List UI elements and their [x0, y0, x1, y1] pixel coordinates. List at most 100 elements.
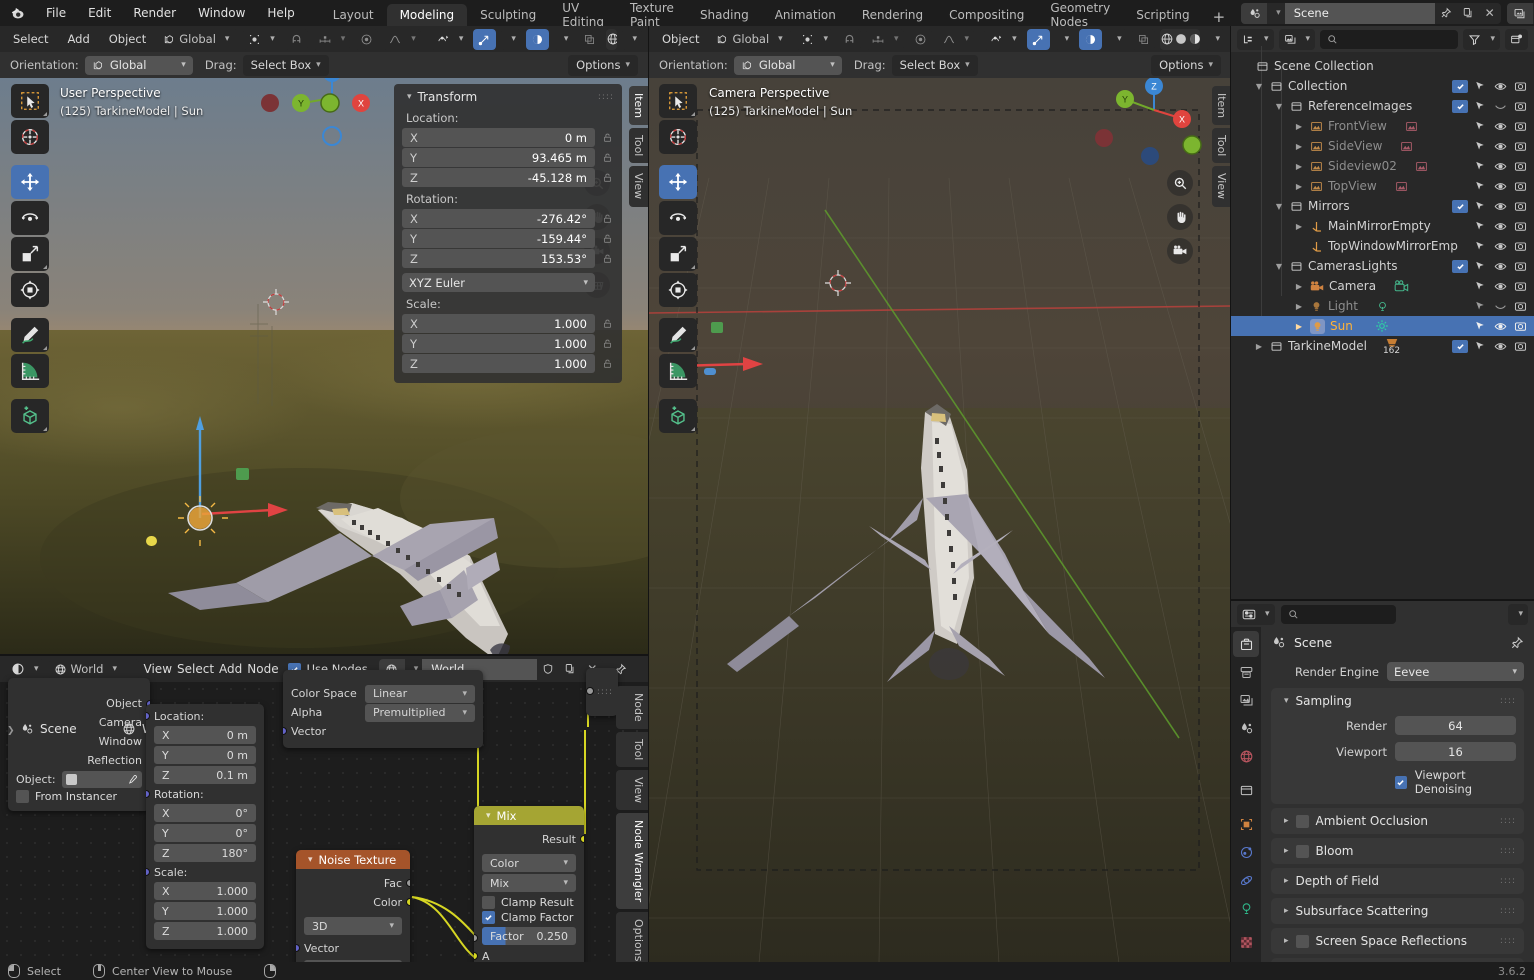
mix-node[interactable]: ▾ Mix Result Color ▾ Mix ▾ Clamp Result … — [474, 806, 584, 963]
expand-triangle-icon[interactable]: ▶ — [1293, 322, 1305, 331]
node-menu-node[interactable]: Node — [247, 662, 278, 676]
select-arrow-icon[interactable] — [1472, 260, 1488, 272]
pin-icon[interactable] — [1510, 636, 1524, 650]
mix-blend-mode-select[interactable]: Mix ▾ — [482, 874, 576, 892]
mapping-location-y[interactable]: Y 0 m — [154, 746, 256, 764]
tool-tab[interactable] — [1233, 631, 1259, 657]
output-tab[interactable] — [1233, 687, 1259, 713]
tc-object-field[interactable] — [61, 771, 142, 788]
proportional-edit-toggle-right[interactable] — [908, 28, 932, 50]
select-arrow-icon[interactable] — [1472, 280, 1488, 292]
drag-dots-icon[interactable]: :::: — [1500, 877, 1516, 886]
socket-partial[interactable] — [586, 687, 594, 695]
node-menu-select[interactable]: Select — [177, 662, 214, 676]
scene-tab[interactable] — [1233, 743, 1259, 769]
transform-tool-right[interactable] — [659, 273, 697, 307]
select-arrow-icon[interactable] — [1472, 240, 1488, 252]
gizmo-dropdown-right[interactable]: ▾ — [1054, 28, 1075, 50]
move-tool-right[interactable] — [659, 165, 697, 199]
menu-edit[interactable]: Edit — [77, 0, 122, 26]
xray-toggle-right[interactable] — [1131, 28, 1155, 50]
shading-mode-segment[interactable] — [606, 28, 618, 50]
orientation-select-r[interactable]: Global ▾ — [733, 55, 842, 75]
object-data-tab[interactable] — [1233, 895, 1259, 921]
add-cube-tool[interactable] — [11, 399, 49, 433]
sidebar-tab-item[interactable]: Item — [629, 86, 648, 126]
outliner-row-scene-collection[interactable]: Scene Collection — [1231, 56, 1534, 76]
node-canvas[interactable]: Object Camera Window Reflection Object: … — [0, 668, 648, 963]
outliner-row-sideview[interactable]: ▶ SideView — [1231, 136, 1534, 156]
sidebar-tab-view[interactable]: View — [629, 166, 648, 207]
zoom-icon-right[interactable] — [1167, 170, 1193, 196]
checkbox-enable[interactable] — [1452, 259, 1468, 273]
outliner-row-sun[interactable]: ▶ Sun — [1231, 316, 1534, 336]
select-arrow-icon[interactable] — [1472, 340, 1488, 352]
mapping-node[interactable]: Location: X 0 m Y 0 m Z 0.1 m Rotation: … — [146, 704, 264, 949]
lock-icon[interactable] — [600, 233, 614, 244]
node-menu-view[interactable]: View — [144, 662, 172, 676]
tc-from-instancer-row[interactable]: From Instancer — [8, 789, 150, 804]
eye-open-icon[interactable] — [1492, 340, 1508, 353]
viewport-left[interactable]: Z Y X User Perspective (125) TarkineMode… — [0, 78, 648, 656]
viewport-right[interactable]: Z Y X Camera Perspective (125) TarkineMo… — [649, 78, 1231, 963]
outliner-row-sideview02[interactable]: ▶ Sideview02 — [1231, 156, 1534, 176]
tweak-select-box-tool[interactable] — [11, 84, 49, 118]
eye-open-icon[interactable] — [1492, 180, 1508, 193]
sampling-viewport-field[interactable]: 16 — [1395, 742, 1516, 761]
tab-uv-editing[interactable]: UV Editing — [549, 1, 617, 29]
node-tab-tool[interactable]: Tool — [616, 731, 648, 768]
rotation-z-field[interactable]: Z 153.53° — [402, 249, 595, 268]
visibility-dropdown[interactable]: ▾ — [430, 28, 469, 50]
noise-vector-row[interactable]: Vector — [296, 939, 410, 958]
camera-icon[interactable] — [1512, 80, 1528, 93]
rotation-y-row[interactable]: Y -159.44° — [402, 229, 614, 248]
scale-tool-right[interactable] — [659, 237, 697, 271]
sampling-render-field[interactable]: 64 — [1395, 716, 1516, 735]
physics-tab[interactable] — [1233, 867, 1259, 893]
falloff-dropdown[interactable]: ▾ — [383, 28, 421, 50]
sun-data-icon[interactable] — [1375, 319, 1389, 333]
location-y-field[interactable]: Y 93.465 m — [402, 148, 595, 167]
rotation-z-row[interactable]: Z 153.53° — [402, 249, 614, 268]
fake-user-icon[interactable] — [537, 659, 559, 680]
menu-render[interactable]: Render — [122, 0, 187, 26]
overlays-dropdown[interactable]: ▾ — [553, 28, 574, 50]
shading-wireframe-button[interactable] — [606, 29, 618, 50]
eye-open-icon[interactable] — [1492, 280, 1508, 293]
mapping-location-x[interactable]: X 0 m — [154, 726, 256, 744]
screen-space-reflections-panel[interactable]: ▸ Screen Space Reflections :::: — [1271, 928, 1524, 954]
scale-z-field[interactable]: Z 1.000 — [402, 354, 595, 373]
drag-dots-icon[interactable]: :::: — [1500, 697, 1516, 706]
mix-factor-row[interactable]: Factor 0.250 — [474, 927, 584, 945]
environment-texture-node[interactable]: Color Space Linear ▾ Alpha Premultiplied… — [283, 670, 483, 748]
eye-open-icon[interactable] — [1492, 320, 1508, 333]
sampling-panel-header[interactable]: ▾ Sampling :::: — [1279, 694, 1516, 708]
tc-output-reflection[interactable]: Reflection — [8, 751, 150, 770]
close-icon[interactable]: ✕ — [1479, 3, 1501, 24]
tc-object-picker-row[interactable]: Object: — [8, 770, 150, 789]
from-instancer-checkbox[interactable] — [16, 790, 29, 803]
eyedropper-icon[interactable] — [127, 774, 138, 785]
pivot-point-dropdown-right[interactable]: ▾ — [796, 28, 833, 50]
mix-output-result[interactable]: Result — [474, 830, 584, 849]
socket-fac[interactable] — [406, 879, 410, 887]
outliner-row-mirrors[interactable]: ▼ Mirrors — [1231, 196, 1534, 216]
env-vector-row[interactable]: Vector — [283, 722, 483, 741]
socket-factor[interactable] — [474, 934, 478, 942]
scene-selector[interactable]: ▾ Scene ✕ — [1241, 2, 1501, 24]
outliner-row-mainmirrorempty[interactable]: ▶ MainMirrorEmpty — [1231, 216, 1534, 236]
select-arrow-icon[interactable] — [1472, 300, 1488, 312]
bloom-panel[interactable]: ▸ Bloom :::: — [1271, 838, 1524, 864]
location-y-row[interactable]: Y 93.465 m — [402, 148, 614, 167]
move-tool[interactable] — [11, 165, 49, 199]
image-data-icon[interactable] — [1400, 140, 1413, 153]
rotation-x-field[interactable]: X -276.42° — [402, 209, 595, 228]
eye-open-icon[interactable] — [1492, 120, 1508, 133]
scale-z-row[interactable]: Z 1.000 — [402, 354, 614, 373]
select-arrow-icon[interactable] — [1472, 320, 1488, 332]
options-dropdown-right[interactable]: Options ▾ — [1151, 54, 1221, 76]
expand-triangle-icon[interactable]: ▶ — [1293, 142, 1305, 151]
view-layer-tab[interactable] — [1233, 715, 1259, 741]
drag-dots-icon[interactable]: :::: — [1500, 817, 1516, 826]
tab-geometry-nodes[interactable]: Geometry Nodes — [1037, 1, 1123, 29]
